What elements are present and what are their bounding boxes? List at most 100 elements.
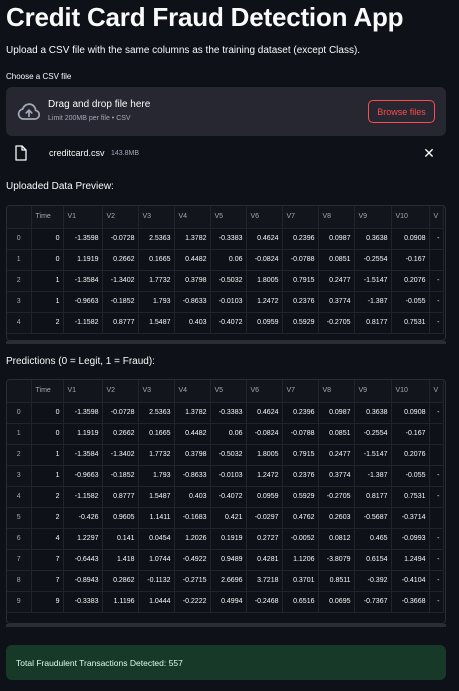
table-cell: -0.055 — [391, 291, 430, 313]
table-cell: -0.4072 — [210, 486, 247, 508]
table-cell: 0.0454 — [138, 528, 175, 550]
table-cell: 0.0987 — [318, 402, 355, 424]
column-header[interactable]: V — [429, 380, 444, 403]
table-cell: -0.8633 — [174, 465, 211, 487]
column-header[interactable]: V6 — [246, 380, 283, 403]
column-header[interactable]: V5 — [210, 380, 247, 403]
table-cell: -0.5032 — [210, 444, 247, 466]
page-subtitle: Upload a CSV file with the same columns … — [6, 45, 361, 56]
table-cell: 0.5929 — [282, 486, 319, 508]
table-cell: 1.7732 — [138, 444, 175, 466]
column-header[interactable]: V10 — [391, 206, 430, 229]
table-cell: - — [429, 591, 444, 613]
table-cell: 4 — [31, 528, 64, 550]
row-index: 1 — [7, 249, 32, 271]
column-header[interactable]: V5 — [210, 206, 247, 229]
table-cell: -0.0103 — [210, 291, 247, 313]
table-cell: 0.4482 — [174, 249, 211, 271]
table-cell: 0.1665 — [138, 423, 175, 445]
column-header[interactable]: V10 — [391, 380, 430, 403]
predictions-table-scrollbar[interactable] — [6, 624, 446, 627]
row-index: 0 — [7, 228, 32, 250]
table-cell: 0 — [31, 228, 64, 250]
column-header[interactable]: V3 — [138, 380, 175, 403]
row-index: 4 — [7, 312, 32, 334]
column-header[interactable]: V8 — [318, 206, 355, 229]
table-cell: 0.3774 — [318, 465, 355, 487]
table-cell: 0.06 — [210, 423, 247, 445]
column-header[interactable]: V1 — [63, 380, 103, 403]
table-cell: 1.2472 — [246, 465, 283, 487]
table-cell — [429, 444, 444, 466]
table-cell: -0.2222 — [174, 591, 211, 613]
table-cell: 0.2076 — [391, 270, 430, 292]
close-icon[interactable]: ✕ — [422, 146, 436, 160]
table-cell: - — [429, 402, 444, 424]
column-header[interactable]: V4 — [174, 206, 211, 229]
file-icon — [15, 145, 27, 161]
table-cell: 0.2603 — [318, 507, 355, 529]
table-cell: -0.8943 — [63, 570, 103, 592]
table-cell: 1.2026 — [174, 528, 211, 550]
table-cell: -0.7367 — [354, 591, 392, 613]
column-header[interactable]: V2 — [102, 206, 139, 229]
table-cell: 0.8777 — [102, 312, 139, 334]
column-header[interactable]: V8 — [318, 380, 355, 403]
table-cell: 0.0908 — [391, 228, 430, 250]
table-cell: - — [429, 228, 444, 250]
table-cell: -1.5147 — [354, 270, 392, 292]
table-cell: 0.0851 — [318, 423, 355, 445]
table-cell: 0.3701 — [282, 570, 319, 592]
table-cell: 2.6696 — [210, 570, 247, 592]
table-cell: 1 — [31, 270, 64, 292]
table-cell: 0.4624 — [246, 228, 283, 250]
table-cell: 0.5929 — [282, 312, 319, 334]
column-header[interactable]: Time — [31, 206, 64, 229]
table-cell: -0.8633 — [174, 291, 211, 313]
table-cell: -1.387 — [354, 465, 392, 487]
column-header[interactable]: V9 — [354, 380, 392, 403]
table-cell: -0.0824 — [246, 249, 283, 271]
table-cell: 0.06 — [210, 249, 247, 271]
cloud-upload-icon — [17, 103, 41, 120]
browse-files-button[interactable]: Browse files — [368, 100, 435, 123]
table-row: 5 2 -0.426 0.9605 1.1411 -0.1683 0.421 -0.0297 0… — [7, 507, 444, 529]
table-cell: 0.2662 — [102, 249, 139, 271]
table-cell: 0.0908 — [391, 402, 430, 424]
column-header[interactable]: V9 — [354, 206, 392, 229]
table-cell: 0.6516 — [282, 591, 319, 613]
table-cell: 1.793 — [138, 465, 175, 487]
column-header[interactable]: V2 — [102, 380, 139, 403]
column-header[interactable]: V7 — [282, 206, 319, 229]
table-cell: 7 — [31, 549, 64, 571]
table-cell: 0.465 — [354, 528, 392, 550]
predictions-table[interactable]: Time V1 V2 V3 V4 V5 V6 V7 V8 V9 V10 V 0 0 -1.3598 -0.07… — [6, 379, 446, 624]
table-cell: 0.4994 — [210, 591, 247, 613]
preview-table[interactable]: Time V1 V2 V3 V4 V5 V6 V7 V8 V9 V10 V 0 0 -1.3598 -0.07… — [6, 205, 446, 341]
table-cell: 0.403 — [174, 486, 211, 508]
file-dropzone[interactable]: Drag and drop file here Limit 200MB per … — [6, 87, 446, 136]
table-cell: -0.5687 — [354, 507, 392, 529]
table-cell: 1.5487 — [138, 312, 175, 334]
row-index: 2 — [7, 444, 32, 466]
preview-table-scrollbar[interactable] — [6, 341, 446, 344]
table-cell: 0.7531 — [391, 312, 430, 334]
table-cell: - — [429, 291, 444, 313]
table-cell: 1.3782 — [174, 228, 211, 250]
table-cell: 0.6154 — [354, 549, 392, 571]
table-cell: -1.5147 — [354, 444, 392, 466]
column-header[interactable]: V — [429, 206, 444, 229]
table-cell: 1 — [31, 291, 64, 313]
column-header[interactable]: V7 — [282, 380, 319, 403]
column-header[interactable]: V3 — [138, 206, 175, 229]
column-header[interactable]: Time — [31, 380, 64, 403]
index-header[interactable] — [7, 380, 32, 403]
column-header[interactable]: V1 — [63, 206, 103, 229]
table-cell: - — [429, 312, 444, 334]
index-header[interactable] — [7, 206, 32, 229]
table-cell: -0.0103 — [210, 465, 247, 487]
table-cell: 0.8777 — [102, 486, 139, 508]
table-cell: 1.0444 — [138, 591, 175, 613]
column-header[interactable]: V4 — [174, 380, 211, 403]
column-header[interactable]: V6 — [246, 206, 283, 229]
